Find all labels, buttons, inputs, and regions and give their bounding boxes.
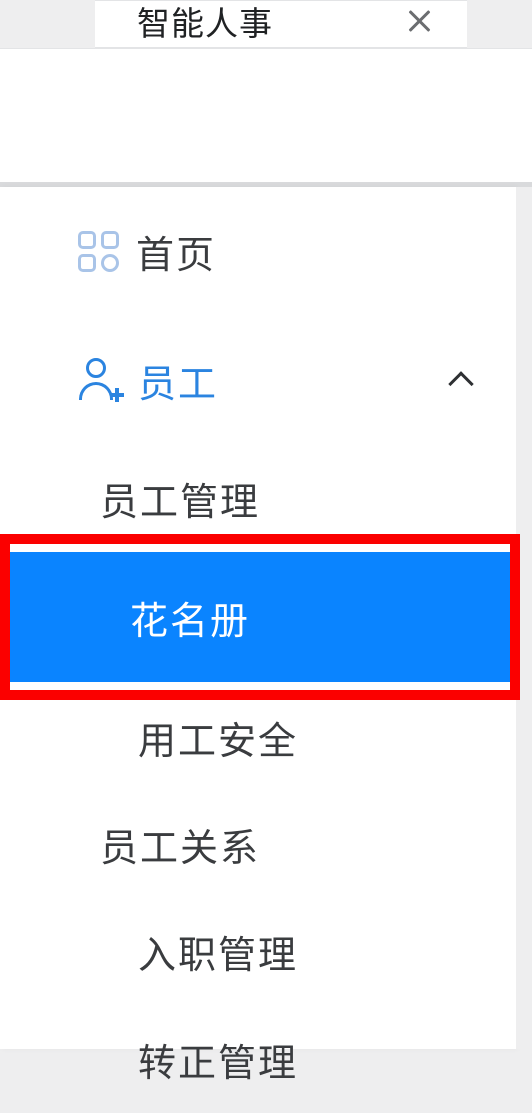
home-icon: [78, 231, 118, 271]
tab-smart-hr[interactable]: 智能人事: [95, 0, 467, 48]
sidebar-item-label: 员工管理: [100, 471, 260, 526]
toolbar-area: [0, 48, 532, 182]
sidebar: 首页 员工 员工管理 花名册 用工安全 员工关系 入职管理: [0, 187, 516, 1049]
tab-title: 智能人事: [137, 0, 273, 45]
sidebar-item-label: 入职管理: [138, 924, 298, 979]
header-row: 智能人事: [0, 0, 532, 48]
sidebar-item-relations[interactable]: 员工关系: [0, 791, 516, 897]
chevron-up-icon: [448, 371, 473, 396]
sidebar-item-home[interactable]: 首页: [0, 187, 516, 315]
sidebar-item-label: 转正管理: [138, 1032, 298, 1087]
sidebar-item-regularization[interactable]: 转正管理: [0, 1005, 516, 1113]
sidebar-item-staff[interactable]: 员工: [0, 315, 516, 445]
highlight-border: 花名册: [0, 534, 520, 700]
sidebar-item-label: 首页: [136, 224, 216, 279]
header-spacer-left: [0, 0, 95, 48]
sidebar-item-label: 员工关系: [100, 817, 260, 872]
staff-icon: [78, 358, 122, 402]
sidebar-item-label: 员工: [138, 353, 452, 408]
sidebar-item-label: 用工安全: [138, 710, 298, 765]
sidebar-item-roster-highlight: 花名册: [0, 551, 516, 683]
header-spacer-right: [467, 0, 532, 48]
close-icon[interactable]: [407, 9, 431, 33]
body: 首页 员工 员工管理 花名册 用工安全 员工关系 入职管理: [0, 187, 532, 1049]
sidebar-item-roster[interactable]: 花名册: [10, 552, 510, 682]
sidebar-item-label: 花名册: [130, 590, 250, 645]
sidebar-item-onboarding[interactable]: 入职管理: [0, 897, 516, 1005]
